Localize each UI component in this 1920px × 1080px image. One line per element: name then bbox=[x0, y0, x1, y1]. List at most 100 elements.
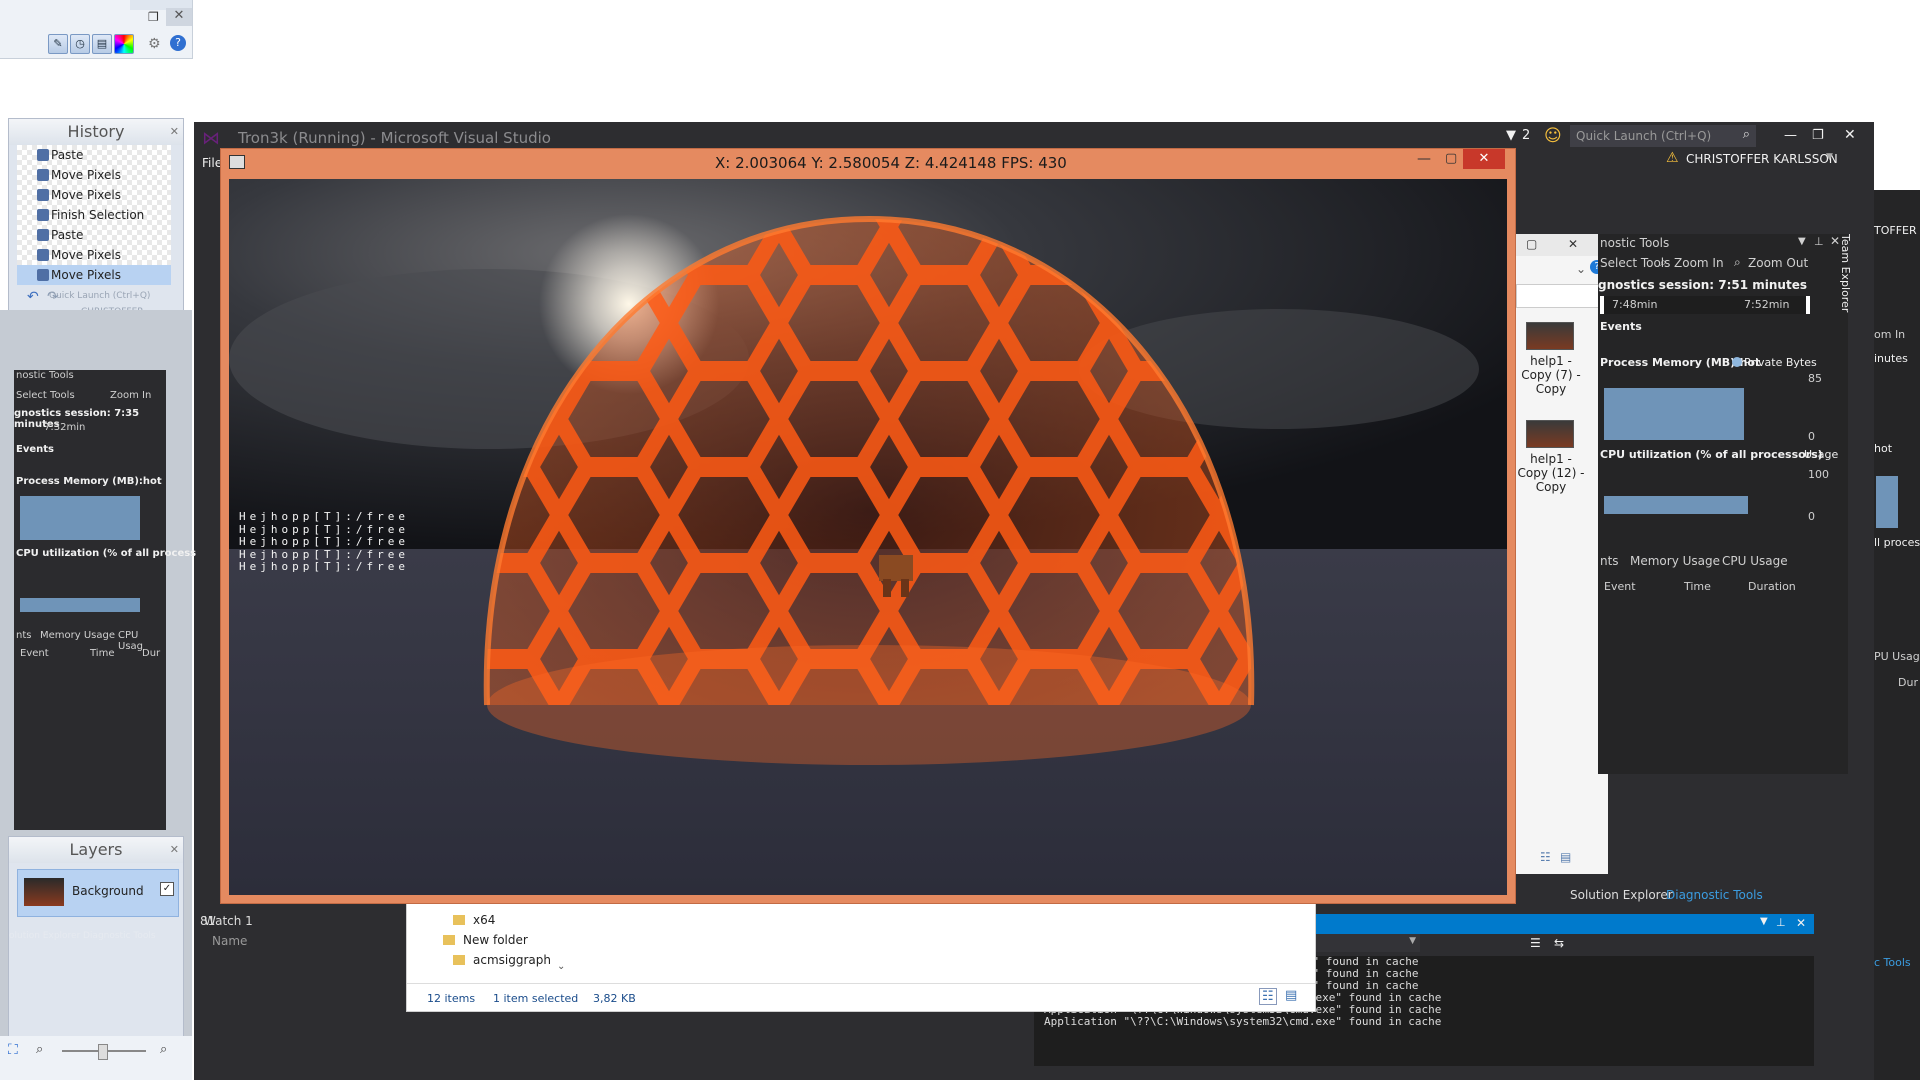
zoom-in-icon[interactable]: ⌕ bbox=[160, 1042, 167, 1057]
selection-size: 3,82 KB bbox=[593, 992, 636, 1005]
layer-row[interactable]: Background ✓ bbox=[17, 869, 179, 917]
timeline-end: 7:52min bbox=[1744, 298, 1790, 311]
user-dropdown-icon[interactable]: ▼ bbox=[1826, 152, 1833, 162]
thumbnail-image[interactable] bbox=[1526, 322, 1574, 350]
layers-icon[interactable]: ▤ bbox=[92, 34, 112, 54]
minimize-icon[interactable]: — bbox=[1417, 151, 1431, 167]
bg-zoom-in[interactable]: Zoom In bbox=[110, 390, 151, 401]
folder-tree: x64 New folder acmsiggraph ⌄ bbox=[407, 901, 565, 981]
thumb-label[interactable]: help1 - Copy (12) - Copy bbox=[1516, 452, 1586, 494]
paste-icon bbox=[37, 149, 49, 161]
details-view-icon[interactable]: ☷ bbox=[1540, 850, 1551, 864]
chevron-down-icon[interactable]: ▼ bbox=[1409, 936, 1416, 946]
help-icon[interactable]: ? bbox=[170, 35, 186, 51]
colors-icon[interactable] bbox=[114, 34, 134, 54]
bg-select-tools[interactable]: Select Tools bbox=[16, 390, 75, 401]
cpu-usage-label: Usage bbox=[1804, 448, 1839, 461]
fit-window-icon[interactable]: ⛶ bbox=[8, 1042, 18, 1058]
edge-usage-label: PU Usage bbox=[1874, 650, 1920, 663]
close-icon[interactable]: ✕ bbox=[1463, 149, 1505, 169]
tab-cpu-usage[interactable]: CPU Usage bbox=[1722, 554, 1788, 568]
tool-icon[interactable]: ✎ bbox=[48, 34, 68, 54]
settings-icon[interactable]: ⚙ bbox=[148, 36, 161, 52]
history-item[interactable]: Move Pixels bbox=[17, 165, 171, 185]
maximize-icon[interactable]: ❐ bbox=[1812, 128, 1824, 143]
chevron-down-icon[interactable]: ⌄ bbox=[1576, 262, 1586, 276]
history-item-label: Paste bbox=[51, 148, 84, 162]
col-duration[interactable]: Duration bbox=[1748, 580, 1796, 593]
timeline-handle[interactable] bbox=[1600, 296, 1604, 314]
col-event[interactable]: Event bbox=[1604, 580, 1636, 593]
thumbnail-image[interactable] bbox=[1526, 420, 1574, 448]
close-icon[interactable]: ✕ bbox=[1568, 237, 1578, 251]
word-wrap-icon[interactable]: ⇆ bbox=[1554, 936, 1564, 950]
large-icons-view-icon[interactable]: ▤ bbox=[1285, 988, 1297, 1003]
history-item[interactable]: Move Pixels bbox=[17, 265, 171, 285]
edge-memory-graph bbox=[1876, 476, 1898, 528]
history-item[interactable]: Move Pixels bbox=[17, 185, 171, 205]
game-viewport[interactable]: Hejhopp[T]:/free Hejhopp[T]:/free Hejhop… bbox=[229, 179, 1507, 895]
zoom-slider-thumb[interactable] bbox=[98, 1044, 108, 1060]
bg-col-time[interactable]: Time bbox=[90, 648, 114, 659]
bg-col-dur[interactable]: Dur bbox=[142, 648, 160, 659]
bg-tab-events[interactable]: nts bbox=[16, 630, 31, 641]
chat-log: Hejhopp[T]:/free Hejhopp[T]:/free Hejhop… bbox=[239, 510, 409, 574]
game-window: X: 2.003064 Y: 2.580054 Z: 4.424148 FPS:… bbox=[220, 148, 1516, 904]
thumb-label[interactable]: help1 - Copy (7) - Copy bbox=[1516, 354, 1586, 396]
bg-col-event[interactable]: Event bbox=[20, 648, 49, 659]
pin-icon[interactable]: ⊥ bbox=[1814, 235, 1824, 248]
timeline-ruler[interactable]: 7:48min 7:52min bbox=[1600, 296, 1810, 314]
thumb-search-input[interactable]: ⌕ bbox=[1516, 284, 1610, 308]
layer-visibility-checkbox[interactable]: ✓ bbox=[160, 882, 174, 896]
pin-icon[interactable]: ⊥ bbox=[1776, 916, 1786, 929]
cpu-title: CPU utilization (% of all processors) bbox=[1600, 448, 1823, 461]
history-item[interactable]: Paste bbox=[17, 225, 171, 245]
output-source-select[interactable]: ▼ bbox=[1308, 934, 1420, 952]
history-item[interactable]: Finish Selection bbox=[17, 205, 171, 225]
bg-tab-memory[interactable]: Memory Usage bbox=[40, 630, 115, 641]
minimize-icon[interactable]: — bbox=[1784, 128, 1797, 143]
user-name[interactable]: CHRISTOFFER KARLSSON bbox=[1686, 152, 1838, 166]
zoom-in-button[interactable]: Zoom In bbox=[1674, 256, 1724, 270]
undo-icon[interactable]: ↶ bbox=[27, 289, 39, 305]
history-item[interactable]: Paste bbox=[17, 145, 171, 165]
close-icon[interactable]: ✕ bbox=[170, 837, 179, 863]
details-view-icon[interactable]: ☷ bbox=[1259, 988, 1277, 1005]
dropdown-icon[interactable]: ▼ bbox=[1760, 916, 1768, 927]
explorer-statusbar: 12 items 1 item selected 3,82 KB ☷ ▤ bbox=[407, 983, 1315, 1012]
folder-item[interactable]: New folder bbox=[463, 933, 528, 947]
zoom-out-icon: ⌕ bbox=[1734, 255, 1741, 269]
tab-solution-explorer[interactable]: Solution Explorer bbox=[1570, 888, 1673, 902]
team-explorer-tab[interactable]: Team Explorer bbox=[1839, 234, 1852, 312]
bg-quick-launch: Quick Launch (Ctrl+Q) bbox=[49, 291, 151, 301]
timeline-handle[interactable] bbox=[1806, 296, 1810, 314]
tab-diagnostic-tools[interactable]: Diagnostic Tools bbox=[1666, 888, 1763, 902]
item-count: 12 items bbox=[427, 992, 476, 1005]
chevron-down-icon[interactable]: ⌄ bbox=[557, 961, 565, 972]
restore-icon[interactable]: ❐ bbox=[148, 10, 159, 24]
quick-launch-input[interactable]: Quick Launch (Ctrl+Q) ⌕ bbox=[1570, 125, 1756, 147]
large-icons-view-icon[interactable]: ▤ bbox=[1560, 850, 1571, 864]
history-icon[interactable]: ◷ bbox=[70, 34, 90, 54]
feedback-smiley-icon[interactable]: ☺ bbox=[1544, 126, 1562, 146]
col-time[interactable]: Time bbox=[1684, 580, 1711, 593]
maximize-icon[interactable]: ▢ bbox=[1445, 151, 1457, 166]
watch-title[interactable]: Watch 1 bbox=[204, 914, 253, 928]
zoom-out-button[interactable]: Zoom Out bbox=[1748, 256, 1808, 270]
close-icon[interactable]: ✕ bbox=[1844, 127, 1856, 143]
history-item[interactable]: Move Pixels bbox=[17, 245, 171, 265]
search-icon[interactable]: ⌕ bbox=[1743, 127, 1750, 142]
clear-all-icon[interactable]: ☰ bbox=[1530, 936, 1541, 950]
notification-filter-icon[interactable]: ▼ bbox=[1506, 128, 1516, 143]
tab-memory-usage[interactable]: Memory Usage bbox=[1630, 554, 1720, 568]
close-icon[interactable]: ✕ bbox=[170, 119, 179, 145]
restore-icon[interactable]: ▢ bbox=[1526, 237, 1537, 251]
close-icon[interactable]: ✕ bbox=[166, 8, 192, 26]
dropdown-icon[interactable]: ▼ bbox=[1798, 236, 1806, 247]
watch-col-name[interactable]: Name bbox=[212, 934, 247, 948]
zoom-out-icon[interactable]: ⌕ bbox=[36, 1042, 43, 1057]
folder-item[interactable]: x64 bbox=[473, 913, 495, 927]
close-icon[interactable]: ✕ bbox=[1796, 916, 1806, 930]
folder-item[interactable]: acmsiggraph bbox=[473, 953, 551, 967]
tab-events[interactable]: nts bbox=[1600, 554, 1619, 568]
